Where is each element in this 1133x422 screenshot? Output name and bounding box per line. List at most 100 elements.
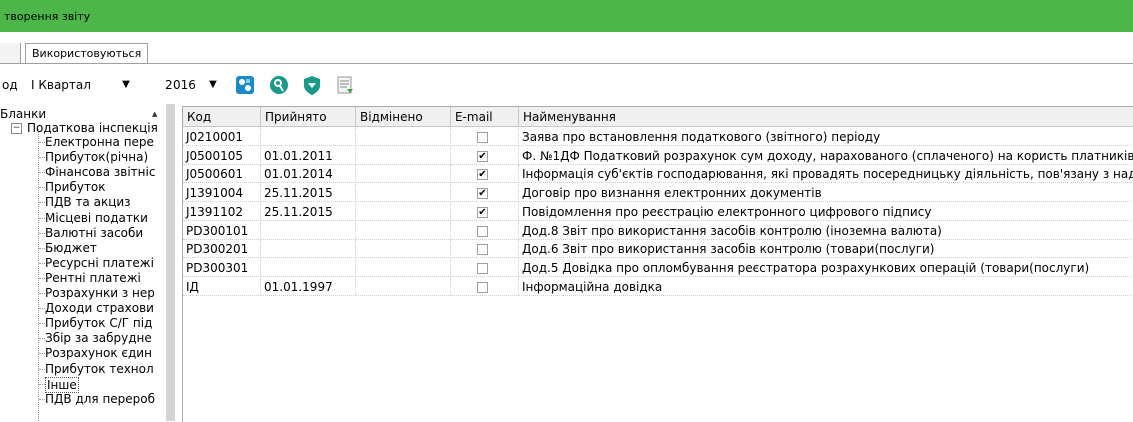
name-cell: Заява про встановлення податкового (звіт… xyxy=(519,128,1133,146)
tree-group[interactable]: Податкова інспекція xyxy=(27,121,158,135)
email-checkbox[interactable] xyxy=(477,225,488,237)
column-header-cancelled[interactable]: Відмінено xyxy=(356,107,451,127)
scroll-up-icon[interactable]: ▲ xyxy=(152,110,157,118)
name-cell: Дод.8 Звіт про використання засобів конт… xyxy=(519,222,1133,240)
tree-item[interactable]: Місцеві податки xyxy=(45,211,148,225)
column-header-code[interactable]: Код xyxy=(183,107,261,127)
code-cell: PD300201 xyxy=(183,240,261,259)
table-row[interactable]: PD300301 Дод.5 Довідка про опломбування р… xyxy=(183,258,1133,277)
splitter[interactable] xyxy=(166,104,175,421)
tree-item[interactable]: ПДВ для перероб xyxy=(45,392,155,406)
tree-item[interactable]: Прибуток xyxy=(45,180,106,194)
code-cell: ІД xyxy=(183,277,261,296)
table-row[interactable]: J1391004 25.11.2015 ✔ Договір про визнання … xyxy=(183,184,1133,203)
email-cell: ✔ xyxy=(451,184,519,203)
email-checkbox[interactable] xyxy=(477,132,488,143)
column-header-email[interactable]: E-mail xyxy=(451,107,519,127)
name-cell: Ф. №1ДФ Податковий розрахунок сум доходу… xyxy=(519,147,1133,165)
accepted-cell: 25.11.2015 xyxy=(261,202,356,221)
tree-item[interactable]: Розрахунки з нер xyxy=(45,286,155,300)
tree-panel: Бланки − Податкова інспекція Електронна … xyxy=(0,104,174,421)
table-row[interactable]: PD300101 Дод.8 Звіт про використання засо… xyxy=(183,221,1133,240)
table-row[interactable]: J0210001 Заява про встановлення податково… xyxy=(183,128,1133,146)
tree-item[interactable]: Інше xyxy=(45,376,79,393)
name-cell: Дод.6 Звіт про використання засобів конт… xyxy=(519,240,1133,259)
accepted-cell xyxy=(261,221,356,240)
name-cell: Договір про визнання електронних докумен… xyxy=(519,184,1133,203)
cancelled-cell xyxy=(356,128,451,146)
window-title: творення звіту xyxy=(4,10,91,23)
table-row[interactable]: J1391102 25.11.2015 ✔ Повідомлення про реєс… xyxy=(183,202,1133,221)
cancelled-cell xyxy=(356,146,451,165)
email-checkbox[interactable]: ✔ xyxy=(477,206,488,218)
email-cell: ✔ xyxy=(451,146,519,165)
collapse-icon[interactable]: − xyxy=(11,123,22,134)
cancelled-cell xyxy=(356,184,451,203)
email-cell: ✔ xyxy=(451,165,519,184)
email-checkbox[interactable] xyxy=(477,244,488,256)
tree-item[interactable]: Доходи страхови xyxy=(45,301,154,315)
period-label: од xyxy=(2,78,18,92)
accepted-cell xyxy=(261,240,356,259)
table-row[interactable]: PD300201 Дод.6 Звіт про використання засо… xyxy=(183,240,1133,259)
accepted-cell: 01.01.1997 xyxy=(261,277,356,296)
tree-item[interactable]: Рентні платежі xyxy=(45,271,141,285)
table-row[interactable]: J0500105 01.01.2011 ✔ Ф. №1ДФ Податковий р… xyxy=(183,146,1133,165)
tree-item[interactable]: Ресурсні платежі xyxy=(45,256,154,270)
tree-item[interactable]: ПДВ та акциз xyxy=(45,195,131,209)
tree-item[interactable]: Бюджет xyxy=(45,241,97,255)
tree-item[interactable]: Розрахунок єдин xyxy=(45,346,152,360)
tree-item[interactable]: Валютні засоби xyxy=(45,226,143,240)
email-cell xyxy=(451,221,519,240)
tree-item[interactable]: Фінансова звітніс xyxy=(45,165,155,179)
accepted-cell: 01.01.2011 xyxy=(261,146,356,165)
name-cell: Інформаційна довідка xyxy=(519,278,1133,296)
email-checkbox[interactable]: ✔ xyxy=(477,188,488,200)
cancelled-cell xyxy=(356,277,451,296)
document-icon[interactable] xyxy=(334,74,356,96)
email-cell xyxy=(451,277,519,296)
tree-item[interactable]: Прибуток(річна) xyxy=(45,150,148,164)
accepted-cell xyxy=(261,128,356,146)
shield-icon[interactable] xyxy=(301,74,323,96)
forms-grid: Код Прийнято Відмінено E-mail Найменуван… xyxy=(182,106,1133,422)
email-checkbox[interactable]: ✔ xyxy=(477,169,488,181)
tab-divider xyxy=(0,63,1133,64)
search-icon[interactable] xyxy=(268,74,290,96)
code-cell: J0500601 xyxy=(183,165,261,184)
email-checkbox[interactable] xyxy=(477,281,488,293)
tree-root[interactable]: Бланки xyxy=(0,107,46,121)
refresh-icon[interactable] xyxy=(234,74,256,96)
accepted-cell xyxy=(261,258,356,277)
chevron-down-icon[interactable]: ▼ xyxy=(120,79,132,91)
year-prefix: 2 xyxy=(165,78,173,92)
column-header-name[interactable]: Найменування xyxy=(519,107,1133,127)
code-cell: PD300301 xyxy=(183,258,261,277)
tree-item[interactable]: Прибуток С/Г під xyxy=(45,316,152,330)
email-cell: ✔ xyxy=(451,202,519,221)
accepted-cell: 25.11.2015 xyxy=(261,184,356,203)
tab-strip: Використовуються xyxy=(0,32,1133,68)
name-cell: Дод.5 Довідка про опломбування реєстрато… xyxy=(519,259,1133,277)
email-cell xyxy=(451,258,519,277)
name-cell: Інформація суб'єктів господарювання, які… xyxy=(519,165,1133,184)
code-cell: J1391102 xyxy=(183,202,261,221)
cancelled-cell xyxy=(356,165,451,184)
tree-item[interactable]: Прибуток технол xyxy=(45,362,154,376)
code-cell: J1391004 xyxy=(183,184,261,203)
cancelled-cell xyxy=(356,202,451,221)
accepted-cell: 01.01.2014 xyxy=(261,165,356,184)
tab-hidden[interactable] xyxy=(0,43,21,63)
table-row[interactable]: ІД 01.01.1997 Інформаційна довідка xyxy=(183,277,1133,296)
period-select[interactable]: I Квартал xyxy=(31,78,91,92)
year-select[interactable]: 016 xyxy=(173,78,196,92)
title-bar: творення звіту xyxy=(0,0,1133,32)
tree-item[interactable]: Збір за забрудне xyxy=(45,331,152,345)
email-checkbox[interactable] xyxy=(477,262,488,274)
chevron-down-icon[interactable]: ▼ xyxy=(207,79,219,91)
table-row[interactable]: J0500601 01.01.2014 ✔ Інформація суб'єктів… xyxy=(183,165,1133,184)
tab-in-use[interactable]: Використовуються xyxy=(25,43,149,64)
email-checkbox[interactable]: ✔ xyxy=(477,150,488,162)
column-header-accepted[interactable]: Прийнято xyxy=(261,107,356,127)
tree-item[interactable]: Електронна пере xyxy=(45,135,154,149)
